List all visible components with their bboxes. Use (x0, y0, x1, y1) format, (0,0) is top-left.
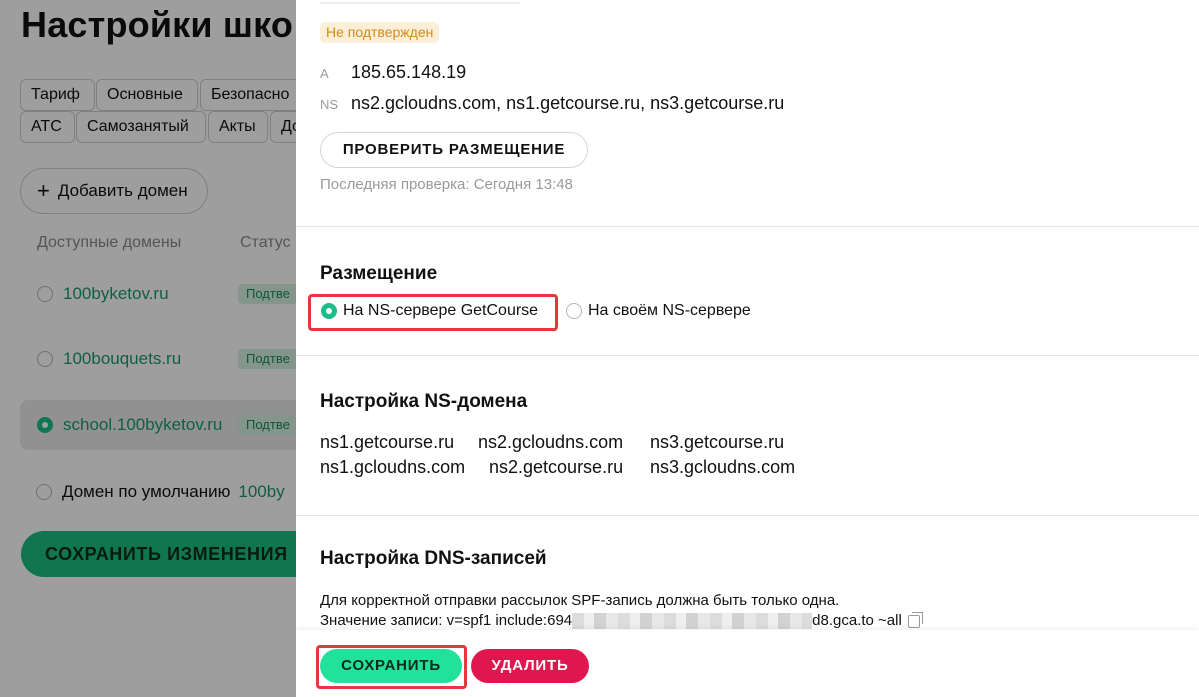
placement-radio[interactable] (566, 303, 582, 319)
placement-option-own[interactable]: На своём NS-сервере (566, 302, 751, 320)
ns-server: ns1.getcourse.ru (320, 432, 455, 452)
record-type: A (320, 66, 329, 81)
save-button[interactable]: СОХРАНИТЬ (320, 649, 462, 683)
spf-suffix: d8.gca.to ~all (812, 612, 902, 629)
domain-settings-panel: Не подтвержден A 185.65.148.19 NS ns2.gc… (296, 0, 1199, 697)
ns-server: ns1.gcloudns.com (320, 457, 466, 477)
ns-server: ns3.getcourse.ru (650, 432, 785, 452)
placement-title: Размещение (320, 263, 438, 284)
placement-option-getcourse[interactable]: На NS-сервере GetCourse (321, 302, 538, 320)
divider (296, 515, 1199, 516)
dns-setup-title: Настройка DNS-записей (320, 548, 547, 569)
ns-server: ns3.gcloudns.com (650, 457, 796, 477)
placement-option-label: На своём NS-сервере (588, 302, 751, 319)
record-value: ns2.gcloudns.com, ns1.getcourse.ru, ns3.… (351, 93, 785, 113)
check-placement-button[interactable]: ПРОВЕРИТЬ РАЗМЕЩЕНИЕ (320, 132, 588, 168)
delete-button[interactable]: УДАЛИТЬ (471, 649, 589, 683)
ns-server: ns2.gcloudns.com (478, 432, 624, 452)
ns-server: ns2.getcourse.ru (489, 457, 624, 477)
ns-record: NS ns2.gcloudns.com, ns1.getcourse.ru, n… (320, 93, 784, 114)
spf-record-value: Значение записи: v=spf1 include:694 d8.gc… (320, 611, 923, 630)
panel-footer: СОХРАНИТЬ УДАЛИТЬ (296, 630, 1199, 697)
redacted-value (572, 613, 813, 630)
dns-note: Для корректной отправки рассылок SPF-зап… (320, 592, 840, 609)
last-check-text: Последняя проверка: Сегодня 13:48 (320, 176, 573, 193)
ns-setup-title: Настройка NS-домена (320, 391, 528, 412)
record-type: NS (320, 97, 339, 112)
divider (296, 226, 1199, 227)
divider (296, 355, 1199, 356)
spf-prefix: Значение записи: v=spf1 include:694 (320, 612, 573, 629)
placement-radio[interactable] (321, 303, 337, 319)
copy-icon[interactable] (907, 611, 923, 628)
status-badge: Не подтвержден (320, 22, 440, 43)
panel-header-edge (320, 0, 520, 4)
a-record: A 185.65.148.19 (320, 62, 466, 83)
placement-option-label: На NS-сервере GetCourse (343, 302, 539, 319)
record-value: 185.65.148.19 (351, 62, 467, 82)
